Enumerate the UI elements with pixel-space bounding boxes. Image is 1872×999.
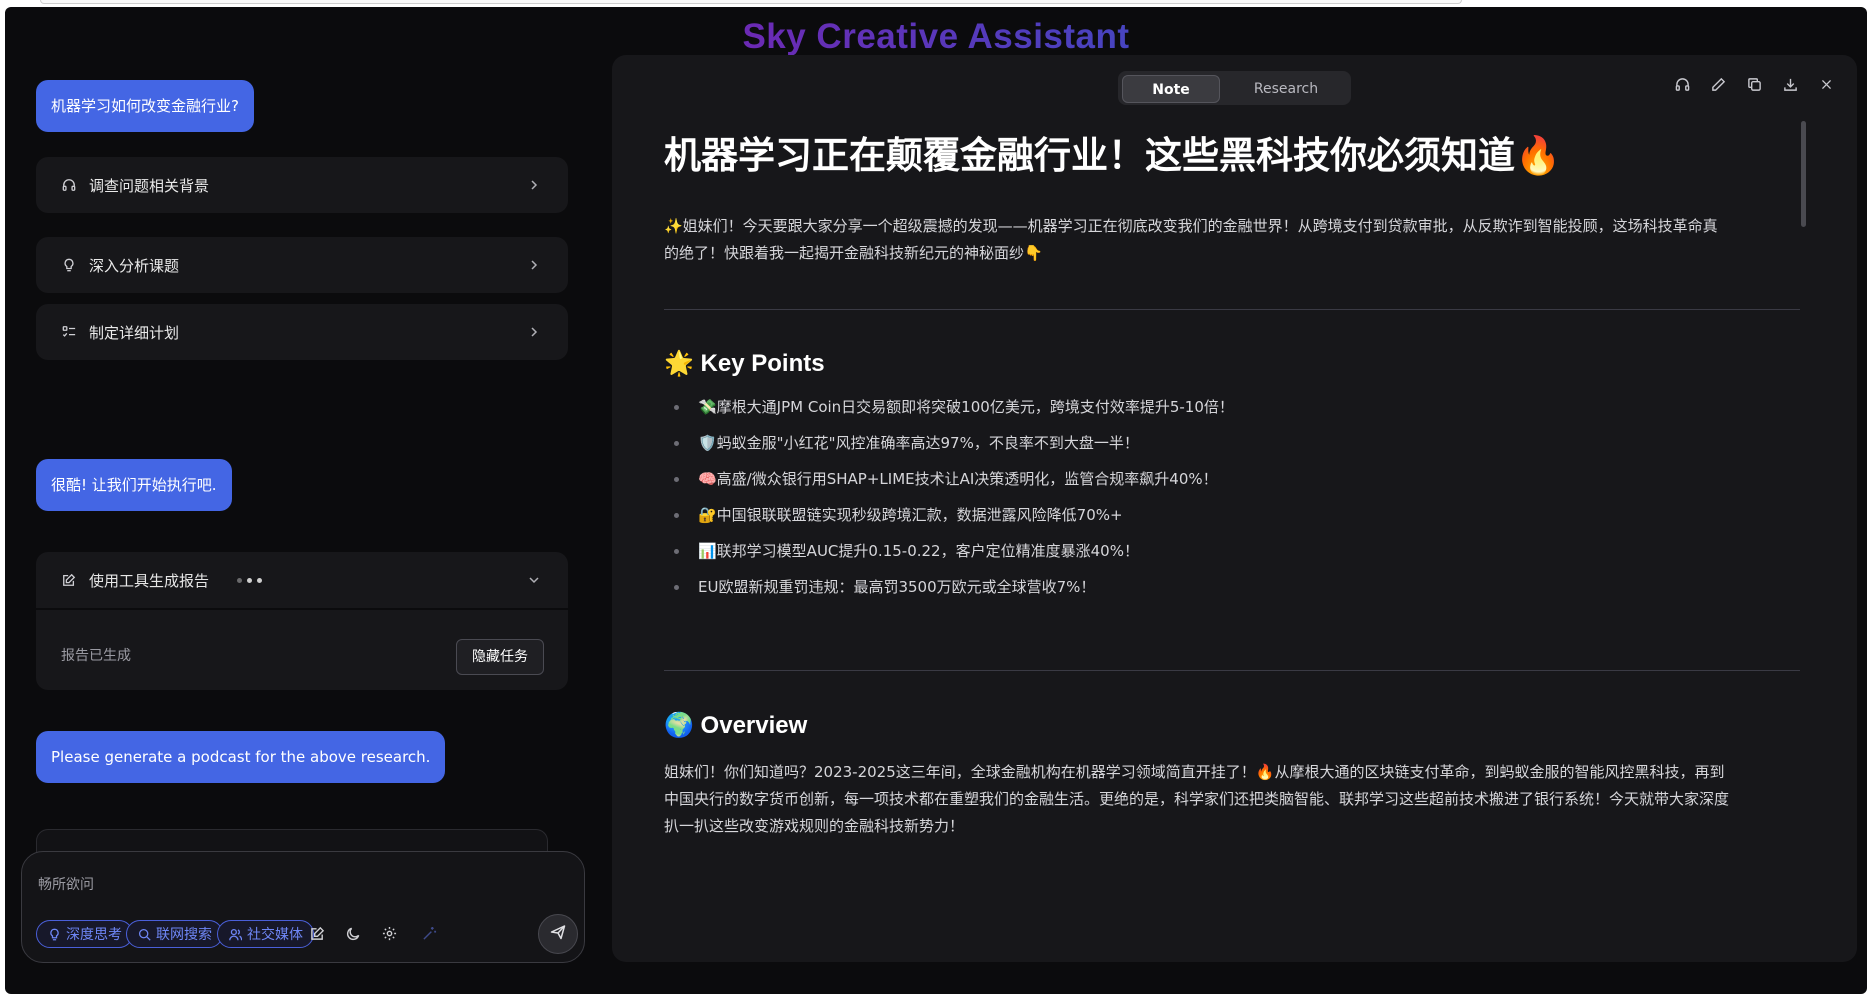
tool-report-header[interactable]: 使用工具生成报告: [36, 552, 568, 608]
panel-toolbar: [1673, 75, 1835, 93]
intro-line: 的绝了！快跟着我一起揭开金融科技新纪元的神秘面纱👇: [664, 244, 1043, 262]
magic-wand-icon[interactable]: [420, 924, 438, 942]
divider: [36, 608, 568, 610]
chevron-right-icon: [526, 257, 542, 273]
step-label: 调查问题相关背景: [89, 176, 210, 195]
edit-icon[interactable]: [308, 924, 326, 942]
tool-report-title: 使用工具生成报告: [89, 571, 210, 590]
headphones-icon[interactable]: [1673, 75, 1691, 93]
list-item: 🧠高盛/微众银行用SHAP+LIME技术让AI决策透明化，监管合规率飙升40%！: [664, 461, 1234, 497]
app-window: Sky Creative Assistant 机器学习如何改变金融行业? 调查问…: [5, 7, 1867, 994]
chip-label: 深度思考: [66, 927, 122, 943]
note-title: 机器学习正在颠覆金融行业！这些黑科技你必须知道🔥: [664, 135, 1562, 176]
overview-paragraph: 姐妹们！你们知道吗？2023-2025这三年间，全球金融机构在机器学习领域简直开…: [664, 759, 1729, 840]
chat-column: 机器学习如何改变金融行业? 调查问题相关背景 深入分析课题 制定详细计划 很酷!…: [5, 7, 605, 994]
step-detailed-plan[interactable]: 制定详细计划: [36, 304, 568, 360]
note-panel: Note Research 机器学习正在颠覆金融行业！这些黑科技你必须知道🔥 ✨…: [612, 55, 1857, 962]
social-media-toggle[interactable]: 社交媒体: [217, 920, 314, 948]
users-icon: [228, 927, 242, 941]
step-label: 深入分析课题: [89, 256, 180, 275]
pencil-icon[interactable]: [1709, 75, 1727, 93]
step-research-background[interactable]: 调查问题相关背景: [36, 157, 568, 213]
key-points-heading: 🌟 Key Points: [664, 350, 825, 377]
divider: [664, 670, 1800, 671]
search-icon: [137, 927, 151, 941]
moon-icon[interactable]: [344, 924, 362, 942]
divider: [664, 309, 1800, 310]
headphones-icon: [61, 177, 77, 193]
tab-research[interactable]: Research: [1226, 75, 1346, 103]
overview-heading: 🌍 Overview: [664, 712, 808, 739]
chip-label: 联网搜索: [156, 927, 212, 943]
chevron-down-icon: [526, 572, 542, 588]
download-icon[interactable]: [1781, 75, 1799, 93]
key-points-list: 💸摩根大通JPM Coin日交易额即将突破100亿美元，跨境支付效率提升5-10…: [664, 389, 1234, 605]
loading-dots-icon: [237, 577, 263, 583]
chip-label: 社交媒体: [247, 927, 303, 943]
send-button[interactable]: [538, 914, 578, 954]
close-icon[interactable]: [1817, 75, 1835, 93]
hide-task-button[interactable]: 隐藏任务: [456, 639, 544, 675]
tool-report-status: 报告已生成: [61, 648, 131, 664]
intro-line: ✨姐妹们！今天要跟大家分享一个超级震撼的发现——机器学习正在彻底改变我们的金融世…: [664, 217, 1718, 235]
panel-scrollbar[interactable]: [1801, 121, 1806, 227]
list-item: 🛡️蚂蚁金服"小红花"风控准确率高达97%，不良率不到大盘一半！: [664, 425, 1234, 461]
user-message: 很酷! 让我们开始执行吧.: [36, 459, 232, 511]
intro-paragraph: ✨姐妹们！今天要跟大家分享一个超级震撼的发现——机器学习正在彻底改变我们的金融世…: [664, 213, 1718, 267]
list-item: 📊联邦学习模型AUC提升0.15-0.22，客户定位精准度暴涨40%！: [664, 533, 1234, 569]
browser-frame-edge: [40, 0, 1462, 4]
send-icon: [550, 924, 566, 944]
panel-tabs: Note Research: [1118, 71, 1351, 105]
chevron-right-icon: [526, 177, 542, 193]
step-deep-analysis[interactable]: 深入分析课题: [36, 237, 568, 293]
message-input[interactable]: 畅所欲问: [38, 874, 94, 894]
gear-icon[interactable]: [380, 924, 398, 942]
edit-note-icon: [61, 572, 77, 588]
list-item: 💸摩根大通JPM Coin日交易额即将突破100亿美元，跨境支付效率提升5-10…: [664, 389, 1234, 425]
tool-report-card: 使用工具生成报告 报告已生成 隐藏任务: [36, 552, 568, 690]
tab-note[interactable]: Note: [1122, 75, 1220, 103]
step-label: 制定详细计划: [89, 323, 180, 342]
user-message: 机器学习如何改变金融行业?: [36, 80, 254, 132]
copy-icon[interactable]: [1745, 75, 1763, 93]
list-item: EU欧盟新规重罚违规：最高罚3500万欧元或全球营收7%！: [664, 569, 1234, 605]
lightbulb-icon: [47, 927, 61, 941]
overview-line: 中国央行的数字货币创新，每一项技术都在重塑我们的金融生活。更绝的是，科学家们还把…: [664, 790, 1730, 808]
deep-thinking-toggle[interactable]: 深度思考: [36, 920, 133, 948]
user-message: Please generate a podcast for the above …: [36, 731, 446, 783]
web-search-toggle[interactable]: 联网搜索: [126, 920, 223, 948]
chevron-right-icon: [526, 324, 542, 340]
overview-line: 扒一扒这些改变游戏规则的金融科技新势力！: [664, 817, 965, 835]
list-item: 🔐中国银联联盟链实现秒级跨境汇款，数据泄露风险降低70%+: [664, 497, 1234, 533]
list-check-icon: [61, 324, 77, 340]
overview-line: 姐妹们！你们知道吗？2023-2025这三年间，全球金融机构在机器学习领域简直开…: [664, 763, 1725, 781]
message-composer: 畅所欲问 深度思考 联网搜索 社交媒体: [21, 851, 585, 963]
lightbulb-icon: [61, 257, 77, 273]
